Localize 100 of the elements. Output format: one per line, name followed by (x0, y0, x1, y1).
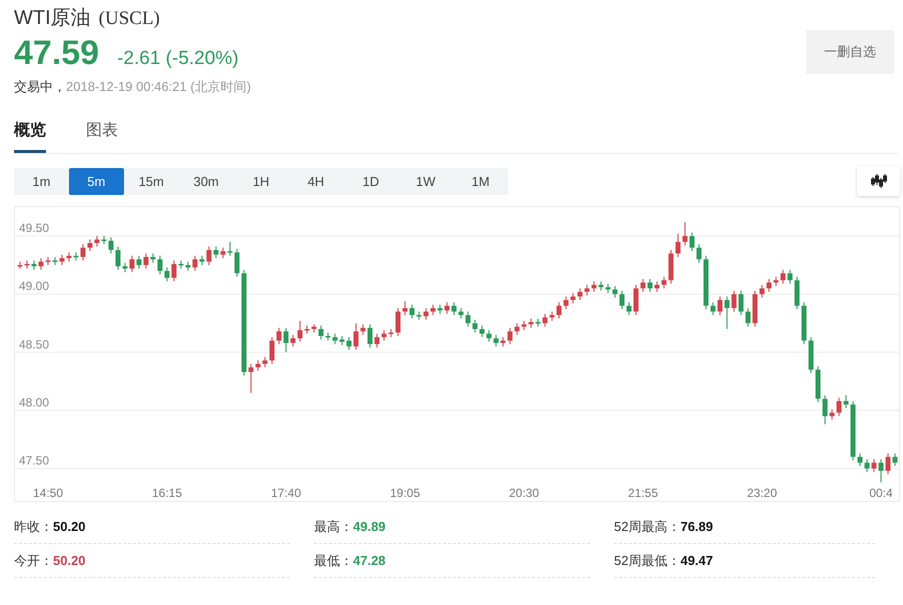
x-axis-label: 20:30 (508, 486, 540, 500)
candlestick (528, 318, 534, 328)
candlestick (354, 322, 358, 350)
candlestick (186, 260, 190, 272)
candlestick (150, 252, 156, 264)
candlestick (480, 324, 484, 338)
candlestick (172, 260, 176, 282)
interval-button[interactable]: 5m (68, 168, 124, 195)
candlestick (80, 243, 86, 261)
candlestick (402, 300, 408, 316)
candlestick (472, 319, 478, 333)
candlestick-chart-button[interactable] (857, 166, 900, 196)
candlestick (298, 320, 302, 342)
candlestick (858, 452, 862, 466)
candlestick (542, 313, 548, 327)
candlestick (508, 327, 512, 344)
x-axis-label: 00:4 (869, 486, 893, 500)
candlestick (794, 276, 800, 310)
candlestick (626, 302, 632, 316)
interval-button[interactable]: 30m (178, 168, 234, 195)
candlestick (206, 246, 212, 266)
candlestick (640, 278, 646, 292)
candlestick (18, 260, 22, 269)
candlestick (578, 288, 582, 300)
candlestick (108, 236, 114, 254)
candlestick (760, 284, 764, 298)
candlestick (346, 336, 352, 350)
candlestick (200, 255, 204, 266)
candlestick (52, 256, 58, 266)
candlestick (32, 260, 36, 270)
candlestick (136, 255, 142, 269)
candlestick (290, 334, 296, 347)
x-axis-label: 14:50 (32, 486, 64, 500)
candlestick (592, 280, 596, 292)
candlestick (836, 396, 842, 416)
instrument-code: (USCL) (98, 8, 160, 29)
tab[interactable]: 图表 (86, 118, 118, 153)
candlestick (802, 302, 806, 344)
candlestick (892, 452, 898, 466)
candlestick (620, 290, 624, 310)
interval-button[interactable]: 15m (124, 168, 179, 195)
y-axis-label: 49.00 (19, 278, 50, 293)
candlestick (66, 252, 72, 262)
candlestick (74, 252, 78, 261)
candlestick (122, 262, 128, 272)
candlestick (416, 310, 422, 320)
candlestick (164, 266, 170, 282)
candlestick (438, 304, 442, 314)
candlestick (550, 310, 554, 322)
candlestick (46, 256, 50, 266)
candlestick (494, 334, 498, 347)
candlestick (284, 327, 288, 353)
stat-value: 76.89 (680, 518, 714, 536)
candlestick (382, 329, 386, 341)
interval-button[interactable]: 1H (234, 168, 288, 195)
x-axis-label: 17:40 (270, 486, 302, 500)
candlestick (864, 458, 870, 472)
candlestick (886, 452, 890, 475)
interval-button[interactable]: 1M (453, 168, 508, 195)
candlestick (256, 360, 260, 372)
candlestick (606, 283, 610, 294)
stat-label: 52周最低： (614, 552, 680, 570)
candlestick (514, 322, 520, 336)
candlestick (88, 238, 92, 252)
tab[interactable]: 概览 (14, 118, 46, 153)
candlestick (144, 252, 148, 269)
candlestick (444, 302, 450, 314)
price-change: -2.61 (-5.20%) (117, 46, 239, 71)
candlestick (724, 296, 730, 330)
candlestick (690, 232, 694, 252)
candlestick (424, 307, 428, 320)
candlestick (648, 278, 652, 292)
candlestick (788, 269, 792, 284)
y-axis-label: 49.50 (19, 220, 50, 235)
candlestick (248, 363, 254, 394)
candlestick (452, 302, 456, 316)
candlestick (214, 246, 218, 258)
candlestick (696, 243, 702, 264)
interval-button[interactable]: 1m (14, 168, 69, 195)
x-axis-label: 21:55 (628, 486, 658, 500)
interval-button[interactable]: 1W (398, 168, 454, 195)
candlestick (766, 278, 772, 292)
x-axis-label: 19:05 (390, 486, 420, 500)
remove-watchlist-button[interactable]: 一删自选 (806, 30, 894, 74)
stat-value: 50.20 (53, 552, 86, 570)
x-axis-label: 23:20 (746, 486, 778, 500)
candlestick (102, 235, 106, 244)
candlestick (270, 336, 274, 364)
interval-button[interactable]: 1D (343, 168, 398, 195)
candlestick (158, 255, 162, 275)
candlestick (822, 394, 828, 425)
candlestick (752, 290, 758, 327)
candlestick (612, 285, 618, 298)
x-axis-label: 16:15 (152, 486, 182, 500)
candlestick (234, 248, 240, 278)
candlestick (262, 356, 268, 368)
candlestick (430, 304, 436, 316)
stat-value: 47.28 (353, 552, 386, 570)
interval-button[interactable]: 4H (288, 168, 344, 195)
candlestick (312, 324, 316, 333)
